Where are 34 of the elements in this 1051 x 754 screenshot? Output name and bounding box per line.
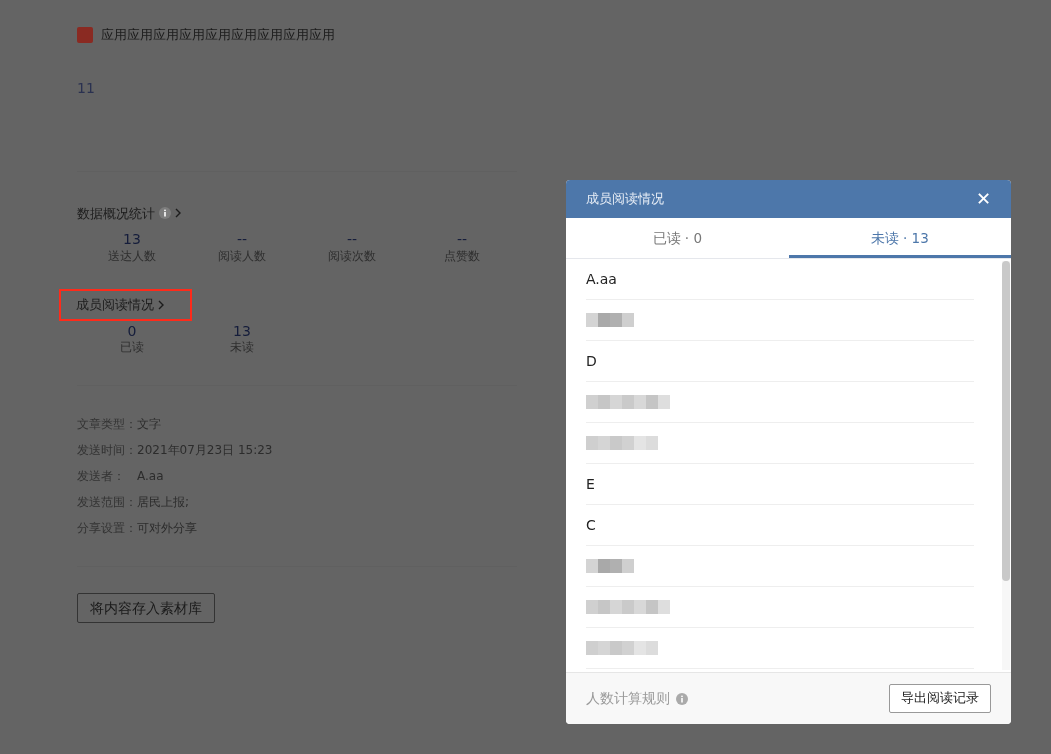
dialog-title: 成员阅读情况 [586,190,664,209]
app-icon [77,26,93,43]
redacted-name [586,436,658,450]
stat-value: -- [456,231,468,248]
info-icon [159,207,171,220]
scrollbar[interactable] [1002,261,1010,670]
stat-value: -- [236,231,248,248]
redacted-name [586,641,658,655]
tab[interactable]: 未读 · 13 [788,218,1011,258]
info-icon [676,692,688,705]
save-to-library-button[interactable]: 将内容存入素材库 [77,592,215,623]
rule-label: 人数计算规则 [586,689,670,709]
app-title: 应用应用应用应用应用应用应用应用应用 [101,26,335,44]
content-text: 11 [77,78,95,98]
stat-value: 13 [233,322,251,340]
stat-value: 0 [127,322,137,340]
close-button[interactable]: ✕ [975,190,991,208]
info-value: A.aa [137,467,164,485]
chevron-right-icon [158,299,164,310]
member-name[interactable]: D [586,350,597,372]
stat-value: -- [346,231,358,248]
chevron-right-icon [175,208,181,219]
redacted-name [586,313,634,327]
member-name[interactable]: E [586,473,595,495]
section-title: 数据概况统计 [77,204,155,223]
member-name[interactable]: C [586,514,596,536]
overview-title-link[interactable]: 数据概况统计 [77,201,181,225]
section-title: 成员阅读情况 [76,296,154,315]
stat-value: 13 [123,231,141,248]
redacted-name [586,559,634,573]
member-name[interactable]: A.aa [586,268,617,290]
export-button[interactable]: 导出阅读记录 [889,684,991,713]
tab[interactable]: 已读 · 0 [566,218,789,258]
member-reading-link[interactable]: 成员阅读情况 [61,291,190,319]
